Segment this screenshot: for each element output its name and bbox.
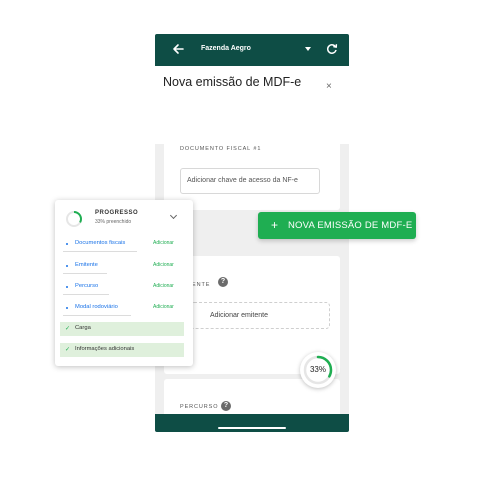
bullet-icon [66,265,68,267]
divider [63,251,137,252]
check-icon: ✓ [65,347,71,353]
progress-subtitle: 33% preenchido [95,219,132,225]
progress-gauge-label: 33% [309,365,326,374]
divider [63,294,109,295]
bullet-icon [66,307,68,309]
progress-item-label: Informações adicionais [75,346,135,352]
fiscal-document-label: DOCUMENTO FISCAL #1 [180,146,262,152]
add-action-link[interactable]: Adicionar [153,240,174,246]
progress-title: PROGRESSO [95,210,139,216]
progress-item-label: Documentos fiscais [75,240,126,246]
progress-item-additional-info[interactable]: ✓ Informações adicionais [60,343,184,357]
progress-item-emitter[interactable]: Emitente Adicionar [60,259,184,274]
progress-item-road-modal[interactable]: Modal rodoviário Adicionar [60,301,184,316]
progress-item-label: Modal rodoviário [75,304,118,310]
refresh-icon[interactable] [326,43,338,55]
progress-item-fiscal-documents[interactable]: Documentos fiscais Adicionar [60,237,184,252]
close-icon[interactable]: × [326,81,332,92]
home-indicator[interactable] [218,427,286,429]
new-mdfe-button[interactable]: + NOVA EMISSÃO DE MDF-E [258,212,416,239]
progress-item-label: Percurso [75,283,99,289]
bottom-nav-bar [155,414,349,432]
add-action-link[interactable]: Adicionar [153,304,174,310]
route-label: PERCURSO [180,404,219,410]
progress-item-route[interactable]: Percurso Adicionar [60,280,184,295]
add-action-link[interactable]: Adicionar [153,262,174,268]
plus-icon: + [271,218,279,232]
progress-item-label: Carga [75,325,91,331]
access-key-input[interactable]: Adicionar chave de acesso da NF-e [180,168,320,194]
bullet-icon [66,243,68,245]
progress-item-label: Emitente [75,262,98,268]
dropdown-caret-icon[interactable] [305,47,311,51]
progress-item-cargo[interactable]: ✓ Carga [60,322,184,336]
new-mdfe-button-label: NOVA EMISSÃO DE MDF-E [288,220,413,231]
farm-selector[interactable]: Fazenda Aegro [201,45,251,52]
help-icon[interactable]: ? [221,401,231,411]
progress-panel: PROGRESSO 33% preenchido Documentos fisc… [55,200,193,366]
emitter-label: ENTE [192,282,211,288]
help-icon[interactable]: ? [218,277,228,287]
progress-gauge-button[interactable]: 33% [300,352,336,388]
fiscal-document-card: DOCUMENTO FISCAL #1 Adicionar chave de a… [164,126,340,210]
stage: Fazenda Aegro Nova emissão de MDF-e × DO… [0,0,480,480]
divider [63,315,131,316]
bullet-icon [66,286,68,288]
divider [63,273,107,274]
app-bar: Fazenda Aegro [155,34,349,66]
back-arrow-icon[interactable] [171,42,185,56]
chevron-down-icon[interactable] [169,211,178,220]
add-emitter-button[interactable]: Adicionar emitente [190,302,330,329]
check-icon: ✓ [65,326,71,332]
page-title: Nova emissão de MDF-e [163,75,302,89]
progress-ring-icon [66,211,82,227]
add-action-link[interactable]: Adicionar [153,283,174,289]
